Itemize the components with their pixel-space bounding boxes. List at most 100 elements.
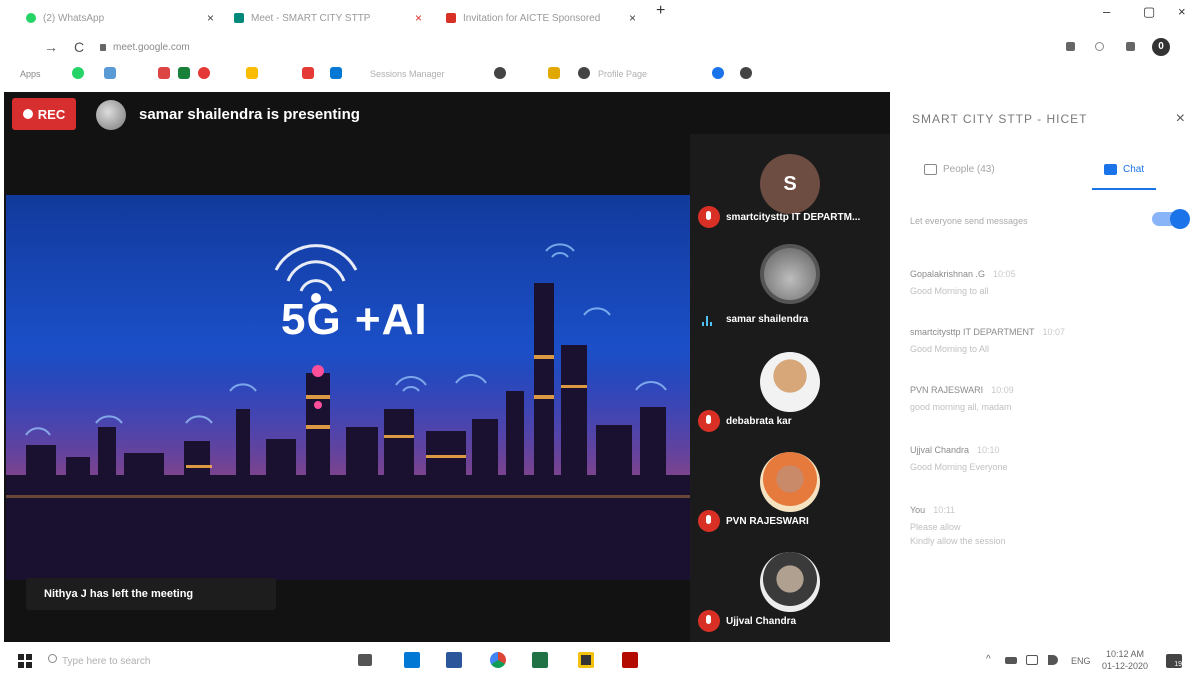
mic-off-icon — [698, 206, 720, 228]
participant-tile[interactable]: debabrata kar — [690, 338, 886, 438]
tab-label: Meet - SMART CITY STTP — [251, 12, 371, 24]
lock-icon — [100, 44, 106, 51]
sticky-notes-icon[interactable] — [578, 652, 594, 668]
search-icon — [48, 654, 57, 663]
tab-people[interactable]: People (43) — [924, 164, 995, 175]
notification-icon[interactable]: 19 — [1166, 654, 1182, 668]
participant-tile[interactable]: PVN RAJESWARI — [690, 438, 886, 538]
bookmark-sheets-icon[interactable] — [178, 67, 190, 79]
extension-icon[interactable] — [1126, 42, 1135, 51]
message-time: 10:07 — [1042, 327, 1066, 337]
message-time: 10:10 — [977, 445, 1000, 455]
address-bar: → C meet.google.com 0 — [0, 36, 1197, 60]
participant-name: smartcitysttp IT DEPARTM... — [726, 212, 861, 223]
slide-cityscape — [6, 243, 690, 580]
tab-chat-label: Chat — [1123, 164, 1145, 175]
message-text: Good Morning to All — [910, 344, 990, 354]
close-tab-icon[interactable]: × — [415, 11, 422, 25]
chat-message: PVN RAJESWARI 10:09 good morning all, mad… — [910, 380, 1180, 412]
tab-label: Invitation for AICTE Sponsored — [463, 12, 601, 24]
participant-tile[interactable]: samar shailendra — [690, 238, 886, 338]
close-window-button[interactable]: × — [1178, 4, 1186, 19]
language-indicator[interactable]: ENG — [1071, 656, 1091, 666]
message-text: Good Morning to all — [910, 286, 989, 296]
bookmark-icon[interactable] — [104, 67, 116, 79]
bookmark-keep-icon[interactable] — [246, 67, 258, 79]
close-tab-icon[interactable]: × — [207, 11, 214, 25]
participant-photo — [760, 352, 820, 412]
new-tab-button[interactable]: + — [656, 2, 665, 20]
camera-icon[interactable] — [1066, 42, 1075, 51]
profile-avatar[interactable]: 0 — [1152, 38, 1170, 56]
restore-button[interactable]: ▢ — [1143, 4, 1155, 20]
forward-button[interactable]: → — [44, 39, 58, 55]
mic-off-icon — [698, 610, 720, 632]
participant-tile[interactable]: S smartcitysttp IT DEPARTM... — [690, 134, 886, 234]
bookmark-apps[interactable]: Apps — [20, 69, 41, 79]
participant-name: samar shailendra — [726, 314, 809, 325]
bookmark-gmail-icon[interactable] — [158, 67, 170, 79]
tray-overflow-icon[interactable]: ^ — [986, 654, 991, 665]
volume-icon[interactable] — [1048, 655, 1058, 665]
bookmark-skype-icon[interactable] — [330, 67, 342, 79]
meeting-title: SMART CITY STTP - HICET — [912, 112, 1088, 126]
bookmark-icon[interactable] — [302, 67, 314, 79]
network-icon[interactable] — [1026, 655, 1038, 665]
store-icon[interactable] — [404, 652, 420, 668]
acrobat-icon[interactable] — [622, 652, 638, 668]
windows-start-icon[interactable] — [18, 654, 32, 668]
reload-button[interactable]: C — [74, 39, 84, 55]
bookmarks-bar: Apps Sessions Manager Profile Page — [0, 62, 1197, 86]
close-panel-button[interactable]: × — [1176, 110, 1185, 128]
slide-title: 5G +AI — [281, 295, 428, 344]
bookmark-icon[interactable] — [578, 67, 590, 79]
windows-taskbar: Type here to search ^ ENG 10:12 AM 01-12… — [0, 642, 1197, 676]
bookmark-icon[interactable] — [548, 67, 560, 79]
bookmark-chrome-web-icon[interactable] — [740, 67, 752, 79]
bookmark-profile[interactable]: Profile Page — [598, 69, 647, 79]
meet-icon — [234, 13, 244, 23]
message-time: 10:11 — [933, 505, 956, 515]
clock-time: 10:12 AM — [1106, 649, 1145, 659]
meeting-stage: REC samar shailendra is presenting 5G +A… — [4, 92, 890, 642]
battery-icon[interactable] — [1005, 657, 1017, 664]
star-icon[interactable] — [1095, 42, 1104, 51]
tab-chat[interactable]: Chat — [1104, 164, 1144, 175]
participant-tile[interactable]: Ujjval Chandra — [690, 538, 886, 638]
system-clock[interactable]: 10:12 AM 01-12-2020 — [1102, 648, 1148, 672]
whatsapp-icon — [26, 13, 36, 23]
mic-off-icon — [698, 510, 720, 532]
close-tab-icon[interactable]: × — [629, 11, 636, 25]
bookmark-google-icon[interactable] — [712, 67, 724, 79]
chat-setting-label: Let everyone send messages — [910, 216, 1028, 226]
message-sender: smartcitysttp IT DEPARTMENT — [910, 327, 1035, 337]
tab-gmail[interactable]: Invitation for AICTE Sponsored × — [446, 6, 636, 30]
task-view-icon[interactable] — [358, 654, 372, 666]
chat-icon — [1104, 164, 1117, 175]
recording-label: REC — [37, 106, 66, 122]
bookmark-youtube-icon[interactable] — [198, 67, 210, 79]
participant-photo — [760, 452, 820, 512]
clock-date: 01-12-2020 — [1102, 661, 1149, 671]
word-icon[interactable] — [446, 652, 462, 668]
chat-message: smartcitysttp IT DEPARTMENT 10:07 Good Mo… — [910, 322, 1180, 354]
tab-whatsapp[interactable]: (2) WhatsApp × — [26, 6, 214, 30]
bookmark-chrome-icon[interactable] — [494, 67, 506, 79]
taskbar-search-input[interactable]: Type here to search — [62, 656, 150, 667]
message-time: 10:09 — [991, 385, 1014, 395]
excel-icon[interactable] — [532, 652, 548, 668]
message-sender: PVN RAJESWARI — [910, 385, 984, 395]
bookmark-sessions[interactable]: Sessions Manager — [370, 69, 445, 79]
minimize-button[interactable]: – — [1103, 4, 1110, 19]
mic-off-icon — [698, 410, 720, 432]
chat-message: You 10:11 Please allow Kindly allow the s… — [910, 500, 1180, 546]
allow-messages-toggle[interactable] — [1152, 209, 1190, 229]
recording-badge: REC — [12, 98, 76, 130]
bookmark-whatsapp-icon[interactable] — [72, 67, 84, 79]
message-text: Kindly allow the session — [910, 536, 1006, 546]
tab-meet[interactable]: Meet - SMART CITY STTP × — [234, 6, 422, 30]
browser-tab-strip: (2) WhatsApp × Meet - SMART CITY STTP × … — [0, 0, 1197, 36]
message-time: 10:05 — [993, 269, 1016, 279]
chrome-icon[interactable] — [490, 652, 506, 668]
url-field[interactable]: meet.google.com — [113, 42, 190, 53]
